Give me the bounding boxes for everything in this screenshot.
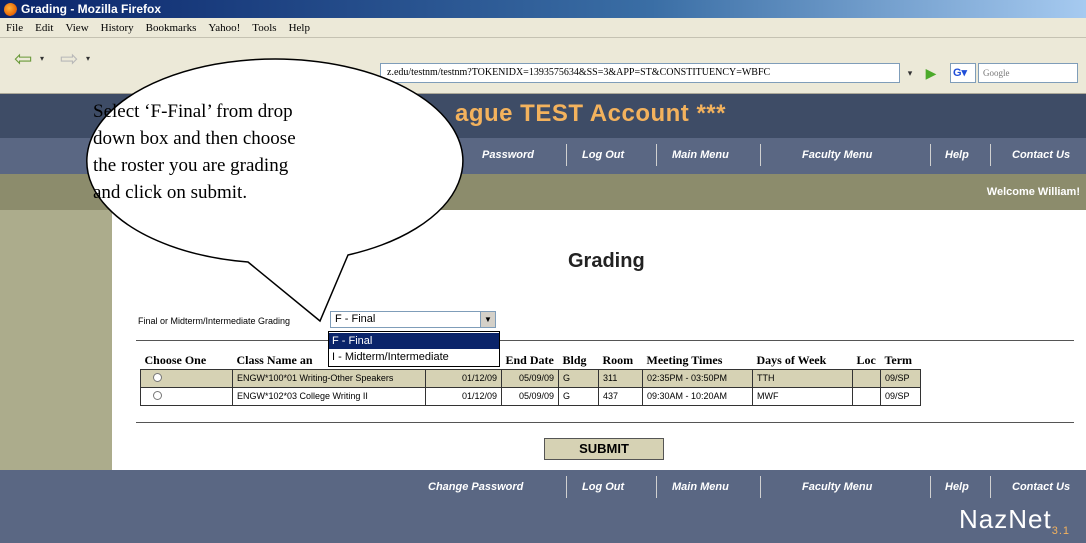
callout-bubble <box>86 58 464 323</box>
callout-line: and click on submit. <box>93 182 248 203</box>
callout-line: the roster you are grading <box>93 155 289 176</box>
browser-window: Grading - Mozilla Firefox File Edit View… <box>0 0 1086 543</box>
callout-line: Select ‘F-Final’ from drop <box>93 101 293 122</box>
callout-text: Select ‘F-Final’ from drop down box and … <box>93 98 413 206</box>
callout-line: down box and then choose <box>93 128 296 149</box>
